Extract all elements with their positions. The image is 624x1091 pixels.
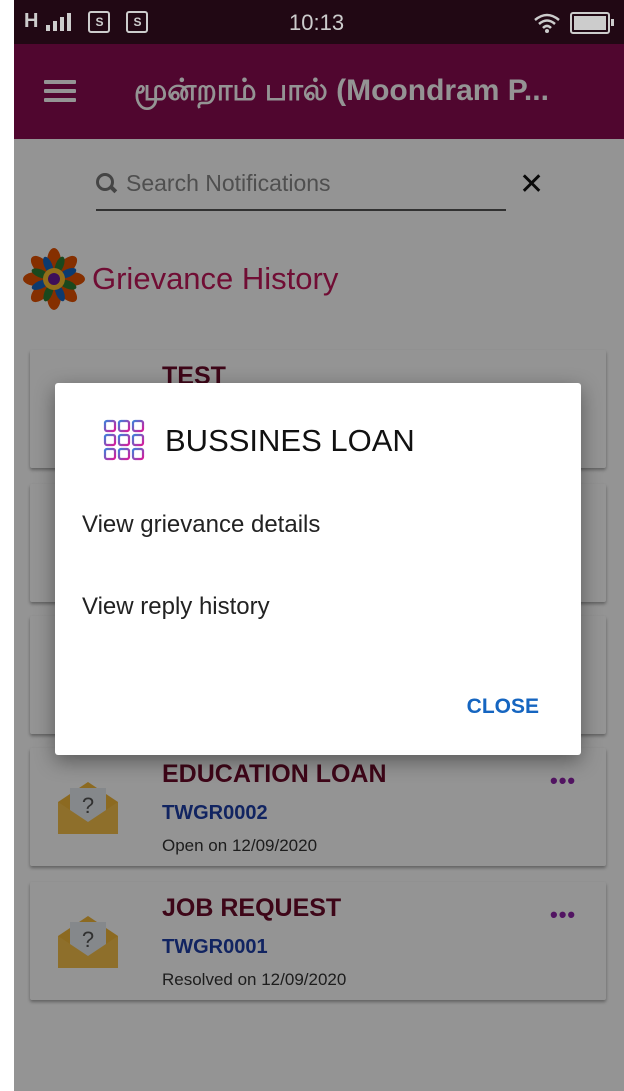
scrim <box>14 44 624 139</box>
close-button[interactable]: CLOSE <box>467 695 539 719</box>
screen: H S S 10:13 மூன்றாம் பால் (Moondram P...… <box>0 0 624 1091</box>
options-dialog: BUSSINES LOAN View grievance details Vie… <box>55 383 581 755</box>
scrim <box>14 0 624 44</box>
view-grievance-details-option[interactable]: View grievance details <box>82 511 320 539</box>
screen-edge <box>0 0 14 1091</box>
dialog-title: BUSSINES LOAN <box>165 423 415 458</box>
view-reply-history-option[interactable]: View reply history <box>82 593 270 621</box>
grid-menu-icon <box>103 419 145 461</box>
